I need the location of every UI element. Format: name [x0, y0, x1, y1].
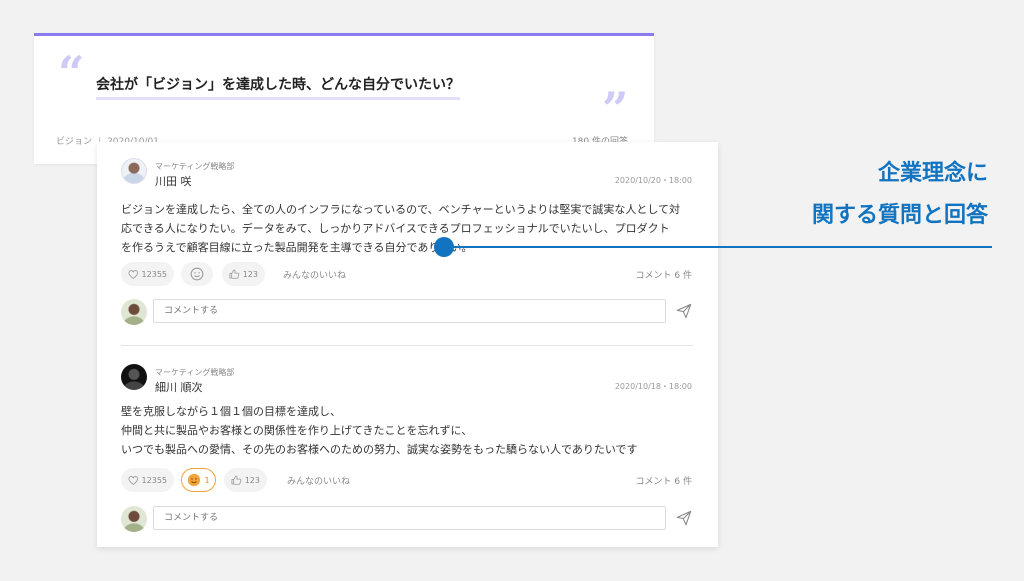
everyone-likes-link[interactable]: みんなのいいね	[283, 268, 346, 281]
callout-line-2: 関する質問と回答	[811, 203, 988, 228]
comment-input[interactable]	[153, 506, 666, 530]
thumbs-up-count: 123	[242, 269, 258, 279]
emoji-count: 1	[204, 475, 210, 485]
answer-line: ビジョンを達成したら、全ての人のインフラになっているので、ベンチャーというよりは…	[121, 203, 681, 216]
everyone-likes-link[interactable]: みんなのいいね	[287, 474, 350, 487]
emoji-reaction-button[interactable]	[181, 262, 213, 286]
author-name[interactable]: 細川 順次	[155, 379, 203, 395]
author-department: マーケティング戦略部	[155, 162, 235, 171]
thumbs-up-button[interactable]: 123	[224, 468, 267, 492]
author-department: マーケティング戦略部	[155, 368, 235, 377]
heart-icon	[128, 269, 139, 279]
answer-body: 壁を克服しながら１個１個の目標を達成し、 仲間と共に製品やお客様との関係性を作り…	[121, 402, 701, 459]
smile-icon	[188, 473, 201, 487]
answer-line: 応できる人になりたい。データをみて、しっかりアドバイスできるプロフェッショナルで…	[121, 222, 670, 235]
answers-card: マーケティング戦略部 川田 咲 2020/10/20・18:00 ビジョンを達成…	[97, 142, 718, 547]
like-count: 12355	[141, 475, 167, 485]
emoji-reaction-button[interactable]: 1	[181, 468, 216, 492]
answer-date: 2020/10/18・18:00	[614, 382, 692, 391]
author-avatar[interactable]	[121, 364, 147, 390]
smile-icon	[190, 267, 204, 281]
answer-line: 壁を克服しながら１個１個の目標を達成し、	[121, 405, 341, 418]
comment-count-link[interactable]: コメント 6 件	[636, 268, 692, 281]
answer-line: いつでも製品への愛情、その先のお客様へのための努力、誠実な姿勢をもった驕らない人…	[121, 443, 638, 456]
answer-date: 2020/10/20・18:00	[614, 176, 692, 185]
comment-input[interactable]	[153, 299, 666, 323]
callout-dot	[434, 237, 454, 257]
answer-line: 仲間と共に製品やお客様との関係性を作り上げてきたことを忘れずに、	[121, 424, 473, 437]
thumbs-up-button[interactable]: 123	[222, 262, 265, 286]
answer-divider	[121, 345, 693, 346]
callout-connector-line	[444, 246, 992, 248]
current-user-avatar	[121, 506, 147, 532]
close-quote-icon: ”	[602, 82, 629, 136]
question-title: 会社が「ビジョン」を達成した時、どんな自分でいたい？	[96, 74, 460, 100]
like-button[interactable]: 12355	[121, 468, 174, 492]
thumbs-up-icon	[231, 475, 242, 485]
heart-icon	[128, 475, 139, 485]
answer-body: ビジョンを達成したら、全ての人のインフラになっているので、ベンチャーというよりは…	[121, 200, 701, 257]
author-name[interactable]: 川田 咲	[155, 173, 192, 189]
open-quote-icon: “	[58, 46, 85, 100]
thumbs-up-count: 123	[244, 475, 260, 485]
like-button[interactable]: 12355	[121, 262, 174, 286]
comment-count-link[interactable]: コメント 6 件	[636, 474, 692, 487]
question-category[interactable]: ビジョン	[56, 137, 92, 147]
like-count: 12355	[141, 269, 167, 279]
current-user-avatar	[121, 299, 147, 325]
author-avatar[interactable]	[121, 158, 147, 184]
send-icon[interactable]	[676, 510, 692, 526]
callout-line-1: 企業理念に	[877, 161, 988, 186]
callout-text: 企業理念に 関する質問と回答	[812, 153, 988, 237]
thumbs-up-icon	[229, 269, 240, 279]
send-icon[interactable]	[676, 303, 692, 319]
